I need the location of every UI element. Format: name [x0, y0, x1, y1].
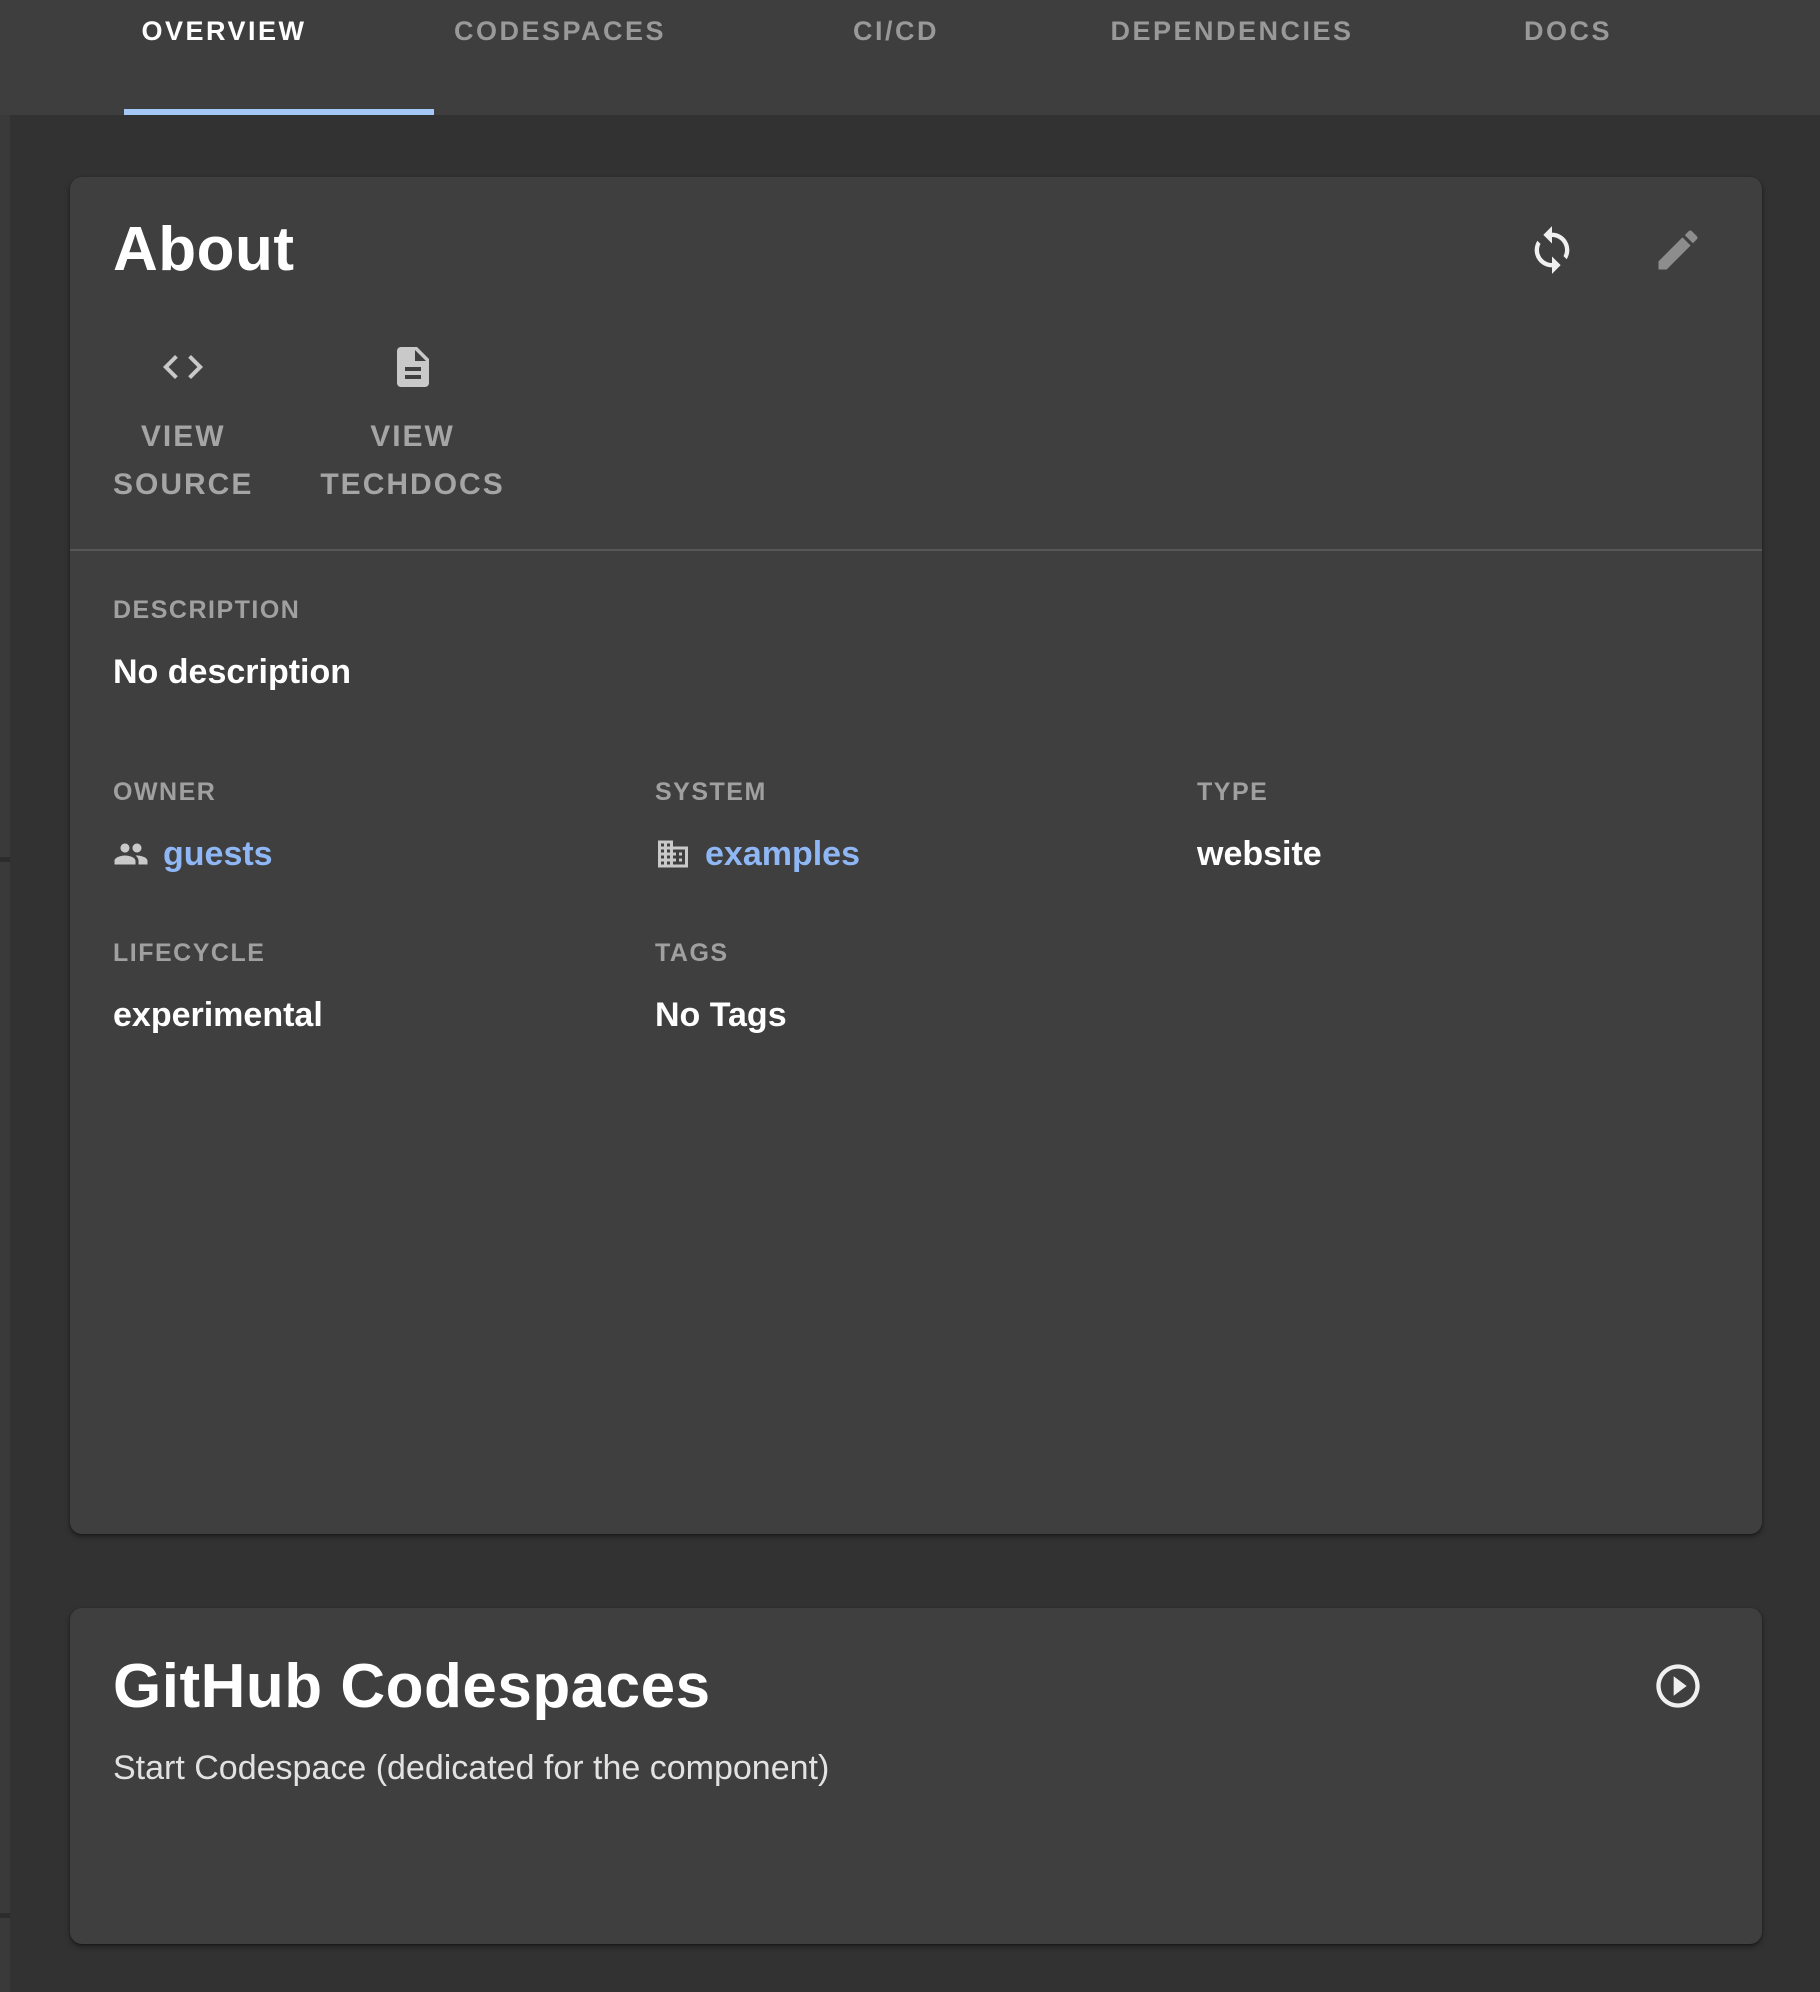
- tags-value: No Tags: [655, 994, 1177, 1036]
- tab-codespaces[interactable]: CODESPACES: [392, 0, 728, 115]
- tab-docs-label: DOCS: [1524, 16, 1612, 47]
- owner-entity-link[interactable]: guests: [113, 833, 273, 875]
- system-field: SYSTEM examples: [655, 777, 1177, 882]
- type-field: TYPE website: [1197, 777, 1719, 882]
- about-card-actions: [1524, 223, 1706, 279]
- tab-docs[interactable]: DOCS: [1400, 0, 1736, 115]
- tab-ci-cd[interactable]: CI/CD: [728, 0, 1064, 115]
- lifecycle-label: LIFECYCLE: [113, 938, 635, 968]
- about-card-content: DESCRIPTION No description OWNER guests …: [70, 551, 1762, 1036]
- lifecycle-field: LIFECYCLE experimental: [113, 938, 635, 1036]
- view-source-link[interactable]: VIEW SOURCE: [113, 343, 253, 509]
- view-source-label: VIEW SOURCE: [113, 413, 253, 509]
- start-codespace-button[interactable]: [1650, 1659, 1706, 1715]
- system-entity-link[interactable]: examples: [655, 833, 860, 875]
- owner-link-text: guests: [163, 833, 273, 875]
- github-codespaces-card: GitHub Codespaces Start Codespace (dedic…: [70, 1608, 1762, 1944]
- edit-pencil-icon: [1652, 224, 1704, 279]
- sync-icon: [1526, 224, 1578, 279]
- tab-overview-label: OVERVIEW: [141, 16, 306, 47]
- owner-label: OWNER: [113, 777, 635, 807]
- type-label: TYPE: [1197, 777, 1719, 807]
- about-card-header: About: [70, 177, 1762, 287]
- lifecycle-value: experimental: [113, 994, 635, 1036]
- codespaces-card-subtitle: Start Codespace (dedicated for the compo…: [113, 1746, 1719, 1790]
- about-card: About VIEW SOURCE VIEW T: [70, 177, 1762, 1534]
- tab-overview[interactable]: OVERVIEW: [56, 0, 392, 115]
- rail-notch: [0, 1913, 10, 1918]
- view-techdocs-link[interactable]: VIEW TECHDOCS: [320, 343, 504, 509]
- building-icon: [655, 836, 691, 872]
- owner-field: OWNER guests: [113, 777, 635, 882]
- rail-notch: [0, 857, 10, 862]
- code-icon: [159, 343, 207, 391]
- edit-button[interactable]: [1650, 223, 1706, 279]
- description-label: DESCRIPTION: [113, 595, 1719, 625]
- description-value: No description: [113, 651, 1719, 693]
- about-fields-grid: OWNER guests SYSTEM: [113, 777, 1719, 1036]
- description-field: DESCRIPTION No description: [113, 595, 1719, 693]
- tab-ci-cd-label: CI/CD: [853, 16, 939, 47]
- tab-dependencies[interactable]: DEPENDENCIES: [1064, 0, 1400, 115]
- entity-tab-bar: OVERVIEW CODESPACES CI/CD DEPENDENCIES D…: [0, 0, 1820, 115]
- type-value: website: [1197, 833, 1719, 875]
- codespaces-card-header: GitHub Codespaces: [70, 1608, 1762, 1724]
- view-techdocs-label: VIEW TECHDOCS: [320, 413, 504, 509]
- tab-list: OVERVIEW CODESPACES CI/CD DEPENDENCIES D…: [56, 0, 1820, 115]
- system-label: SYSTEM: [655, 777, 1177, 807]
- tab-dependencies-label: DEPENDENCIES: [1110, 16, 1353, 47]
- about-card-links: VIEW SOURCE VIEW TECHDOCS: [70, 343, 1762, 509]
- system-link-text: examples: [705, 833, 860, 875]
- people-icon: [113, 836, 149, 872]
- docs-icon: [389, 343, 437, 391]
- tab-codespaces-label: CODESPACES: [454, 16, 666, 47]
- about-card-title: About: [113, 213, 295, 287]
- tags-field: TAGS No Tags: [655, 938, 1177, 1036]
- play-circle-icon: [1652, 1660, 1704, 1715]
- active-tab-indicator: [124, 109, 434, 115]
- codespaces-card-title: GitHub Codespaces: [113, 1650, 711, 1724]
- left-scroll-rail: [0, 115, 10, 1992]
- tags-label: TAGS: [655, 938, 1177, 968]
- grid-spacer: [1197, 938, 1719, 1036]
- refresh-button[interactable]: [1524, 223, 1580, 279]
